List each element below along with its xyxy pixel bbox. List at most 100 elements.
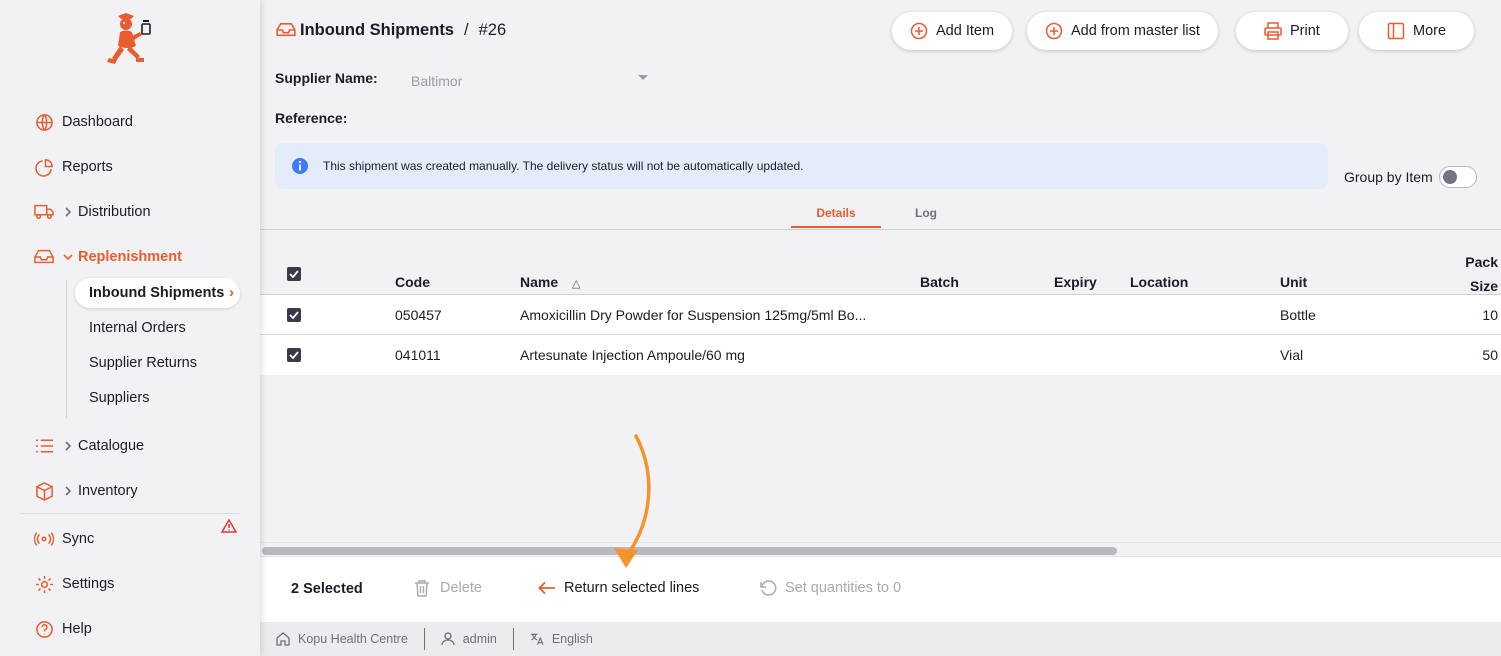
print-label: Print <box>1290 23 1320 39</box>
sidebar-subitem-inbound-shipments[interactable]: Inbound Shipments › <box>75 278 240 308</box>
add-from-master-list-button[interactable]: Add from master list <box>1027 12 1218 50</box>
group-by-item: Group by Item <box>1344 166 1477 188</box>
sidebar-item-sync[interactable]: Sync <box>34 527 94 551</box>
status-store[interactable]: Kopu Health Centre <box>260 628 424 650</box>
chevron-right-icon <box>62 206 74 218</box>
globe-icon <box>34 112 54 132</box>
sidebar-subitem-suppliers[interactable]: Suppliers <box>89 388 149 408</box>
printer-icon <box>1264 22 1282 40</box>
rotate-ccw-icon <box>759 579 777 597</box>
column-header-unit[interactable]: Unit <box>1280 274 1307 290</box>
status-user[interactable]: admin <box>425 628 513 650</box>
table-row[interactable]: 050457 Amoxicillin Dry Powder for Suspen… <box>260 295 1501 335</box>
tab-details[interactable]: Details <box>791 206 881 228</box>
cell-pack-size: 10 <box>1482 307 1498 323</box>
reference-label: Reference: <box>275 110 348 126</box>
sidebar-item-reports[interactable]: Reports <box>34 155 113 179</box>
cell-code: 050457 <box>395 307 442 323</box>
arrow-left-icon <box>538 579 556 597</box>
sidebar-panel-icon <box>1387 22 1405 40</box>
row-checkbox[interactable] <box>287 308 301 322</box>
group-by-item-toggle[interactable] <box>1438 166 1477 188</box>
sidebar-subitem-supplier-returns[interactable]: Supplier Returns <box>89 353 197 373</box>
delete-button[interactable]: Delete <box>414 579 482 597</box>
cell-code: 041011 <box>395 347 441 363</box>
horizontal-scrollbar[interactable] <box>260 542 1501 556</box>
sidebar-subitem-internal-orders[interactable]: Internal Orders <box>89 318 186 338</box>
trash-icon <box>414 579 432 597</box>
sidebar-item-settings[interactable]: Settings <box>34 572 114 596</box>
chevron-right-icon <box>62 440 74 452</box>
sidebar-item-inventory[interactable]: Inventory <box>34 479 138 503</box>
breadcrumb: Inbound Shipments / #26 <box>276 20 506 40</box>
chevron-right-icon <box>62 485 74 497</box>
tab-log[interactable]: Log <box>881 206 971 228</box>
main-content: Inbound Shipments / #26 Add Item Add fro… <box>260 0 1501 656</box>
return-selected-lines-button[interactable]: Return selected lines <box>538 579 699 597</box>
alert-triangle-icon <box>221 519 237 533</box>
selected-count: 2 Selected <box>291 581 363 597</box>
sidebar-item-label: Sync <box>62 531 95 547</box>
column-header-pack-size[interactable]: Pack Size <box>1465 250 1498 298</box>
column-header-expiry[interactable]: Expiry <box>1054 274 1097 290</box>
sidebar-item-label: Replenishment <box>78 249 182 265</box>
plus-circle-icon <box>910 22 928 40</box>
inbox-icon <box>276 20 296 40</box>
sidebar-item-label: Distribution <box>78 204 151 220</box>
sidebar-item-label: Inventory <box>78 483 138 499</box>
sidebar-item-catalogue[interactable]: Catalogue <box>34 434 144 458</box>
column-header-code[interactable]: Code <box>395 274 430 290</box>
chevron-right-icon: › <box>229 285 234 301</box>
info-icon <box>292 158 308 174</box>
column-header-batch[interactable]: Batch <box>920 274 959 290</box>
translate-icon <box>530 632 544 646</box>
list-icon <box>34 436 54 456</box>
chevron-down-icon <box>62 251 74 263</box>
selection-action-bar: 2 Selected Delete Return selected lines … <box>260 556 1501 622</box>
sidebar-item-label: Help <box>62 621 92 637</box>
row-checkbox[interactable] <box>287 348 301 362</box>
supplier-name-select[interactable]: Baltimor <box>410 70 650 92</box>
table-row[interactable]: 041011 Artesunate Injection Ampoule/60 m… <box>260 335 1501 375</box>
column-header-location[interactable]: Location <box>1130 274 1188 290</box>
cell-unit: Vial <box>1280 347 1304 363</box>
pie-chart-icon <box>34 157 54 177</box>
add-item-label: Add Item <box>936 23 995 39</box>
sidebar: Dashboard Reports Distribution Replenish… <box>0 0 260 656</box>
column-header-name-label: Name <box>520 274 559 290</box>
sidebar-item-label: Reports <box>62 159 113 175</box>
more-label: More <box>1413 23 1447 39</box>
toggle-knob <box>1442 170 1457 184</box>
sidebar-item-dashboard[interactable]: Dashboard <box>34 110 133 134</box>
status-store-label: Kopu Health Centre <box>298 632 408 646</box>
truck-icon <box>34 202 54 222</box>
status-user-label: admin <box>462 632 497 646</box>
inbox-icon <box>34 247 54 267</box>
breadcrumb-separator: / <box>464 20 469 39</box>
status-bar: Kopu Health Centre admin English <box>260 622 1501 656</box>
scrollbar-thumb[interactable] <box>262 547 1117 555</box>
gear-icon <box>34 574 54 594</box>
more-button[interactable]: More <box>1359 12 1475 50</box>
column-header-name[interactable]: Name △ <box>520 274 581 290</box>
status-language-label: English <box>551 632 593 646</box>
cell-unit: Bottle <box>1280 307 1316 323</box>
sidebar-item-replenishment[interactable]: Replenishment <box>34 245 182 269</box>
add-item-button[interactable]: Add Item <box>892 12 1013 50</box>
plus-circle-icon <box>1045 22 1063 40</box>
sidebar-item-label: Dashboard <box>62 114 133 130</box>
submenu-line <box>66 280 67 418</box>
select-all-checkbox[interactable] <box>287 267 301 281</box>
sidebar-divider <box>20 513 240 514</box>
sidebar-item-label: Settings <box>62 576 115 592</box>
home-icon <box>276 632 290 646</box>
print-button[interactable]: Print <box>1236 12 1348 50</box>
sidebar-item-help[interactable]: Help <box>34 617 92 641</box>
status-language[interactable]: English <box>514 628 609 650</box>
sidebar-item-distribution[interactable]: Distribution <box>34 200 151 224</box>
set-quantities-to-zero-label: Set quantities to 0 <box>785 580 902 596</box>
set-quantities-to-zero-button[interactable]: Set quantities to 0 <box>759 579 901 597</box>
breadcrumb-link-inbound-shipments[interactable]: Inbound Shipments <box>300 21 454 40</box>
sidebar-item-label: Catalogue <box>78 438 145 454</box>
info-banner-text: This shipment was created manually. The … <box>323 159 804 173</box>
